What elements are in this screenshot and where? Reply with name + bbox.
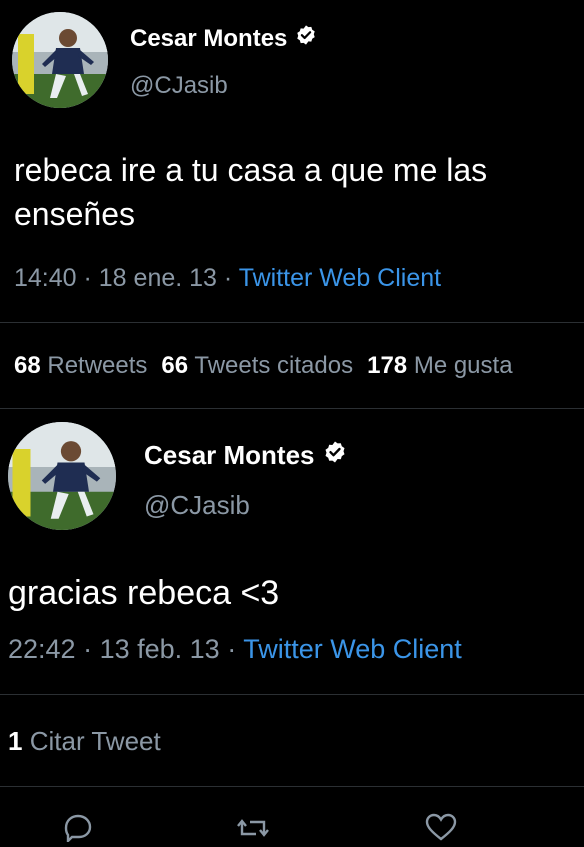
likes-stat[interactable]: 178 Me gusta <box>367 352 512 379</box>
author-handle[interactable]: @CJasib <box>130 72 228 100</box>
divider <box>0 694 584 695</box>
divider <box>0 786 584 787</box>
tweet-meta: 22:42 · 13 feb. 13 · Twitter Web Client <box>8 634 462 665</box>
quotes-stat[interactable]: 1 Citar Tweet <box>8 726 161 756</box>
author-name[interactable]: Cesar Montes <box>144 440 315 471</box>
meta-separator: · <box>76 264 99 292</box>
retweet-icon[interactable] <box>232 812 270 842</box>
likes-count: 178 <box>367 352 408 379</box>
tweet-client-link[interactable]: Twitter Web Client <box>243 634 462 664</box>
author-name-row[interactable]: Cesar Montes <box>130 24 317 53</box>
tweet-meta: 14:40 · 18 ene. 13 · Twitter Web Client <box>14 264 441 293</box>
quotes-label: Tweets citados <box>194 352 354 379</box>
meta-separator: · <box>219 634 244 664</box>
author-name-row[interactable]: Cesar Montes <box>144 440 347 471</box>
quotes-stat[interactable]: 66 Tweets citados <box>161 352 353 379</box>
author-name[interactable]: Cesar Montes <box>130 25 287 53</box>
quotes-label: Citar Tweet <box>29 726 161 756</box>
retweets-count: 68 <box>14 352 41 379</box>
likes-label: Me gusta <box>413 352 513 379</box>
tweet-date[interactable]: 13 feb. 13 <box>100 634 220 664</box>
tweet-actions <box>0 812 584 844</box>
retweets-stat[interactable]: 68 Retweets <box>14 352 147 379</box>
avatar[interactable] <box>8 422 116 530</box>
verified-badge-icon <box>323 440 347 471</box>
tweet-client-link[interactable]: Twitter Web Client <box>239 264 441 292</box>
author-handle[interactable]: @CJasib <box>144 490 250 521</box>
meta-separator: · <box>75 634 100 664</box>
quotes-count: 66 <box>161 352 189 379</box>
quotes-count: 1 <box>8 726 23 756</box>
verified-badge-icon <box>295 24 317 53</box>
tweet-date[interactable]: 18 ene. 13 <box>99 264 217 292</box>
divider <box>0 408 584 409</box>
retweets-label: Retweets <box>47 352 148 379</box>
tweet-stats: 1 Citar Tweet <box>8 726 161 757</box>
avatar[interactable] <box>12 12 108 108</box>
divider <box>0 322 584 323</box>
meta-separator: · <box>216 264 239 292</box>
like-icon[interactable] <box>422 812 460 842</box>
tweet-time[interactable]: 14:40 <box>14 264 77 292</box>
tweet-text: rebeca ire a tu casa a que me las enseñe… <box>14 152 488 233</box>
tweet-stats: 68 Retweets 66 Tweets citados 178 Me gusta <box>14 352 513 380</box>
tweet-text: gracias rebeca <3 <box>8 574 280 612</box>
reply-icon[interactable] <box>58 812 96 844</box>
tweet-time[interactable]: 22:42 <box>8 634 76 664</box>
